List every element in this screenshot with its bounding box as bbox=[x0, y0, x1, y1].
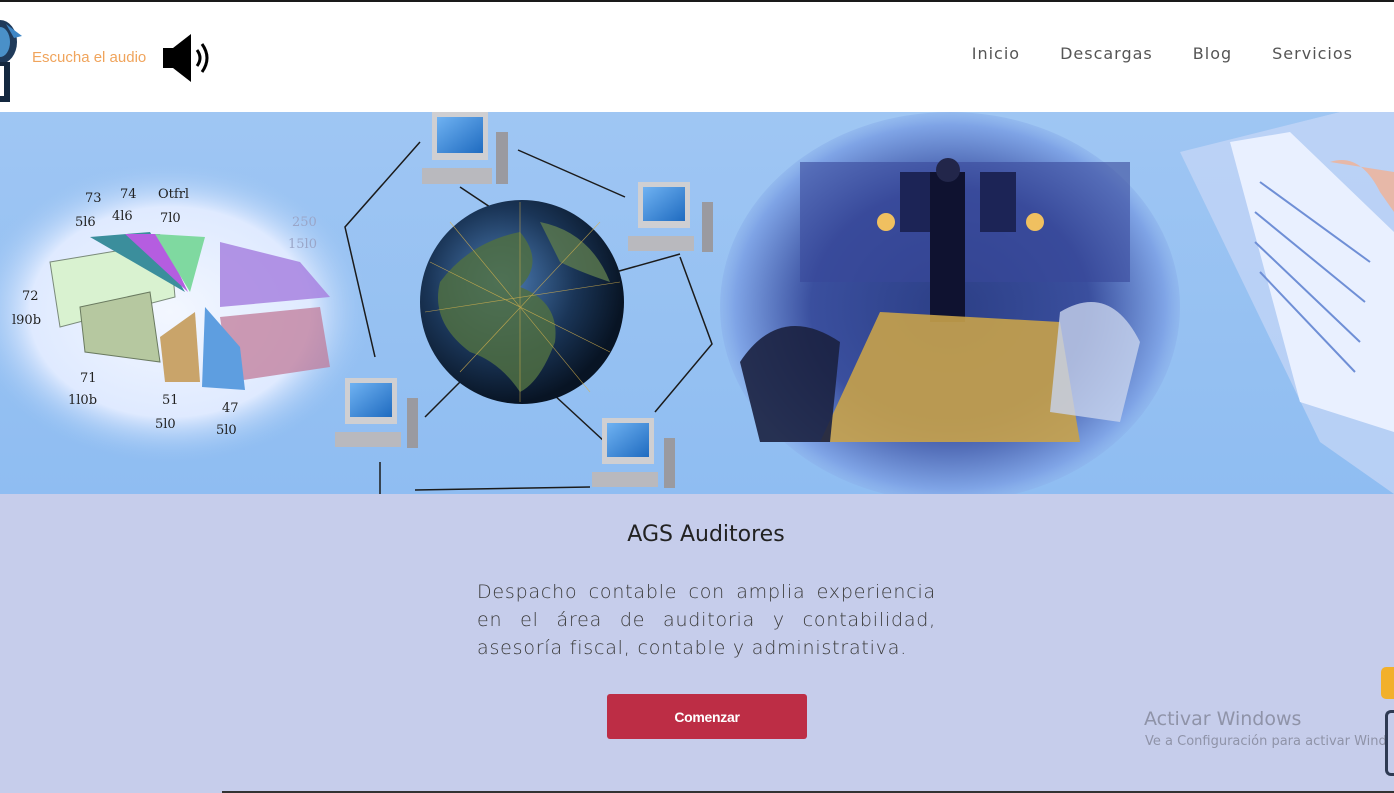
chart-label: 73 bbox=[85, 191, 102, 206]
windows-activation-title: Activar Windows bbox=[1144, 708, 1302, 730]
audio-label[interactable]: Escucha el audio bbox=[32, 49, 146, 66]
chart-label: Otfrl bbox=[158, 187, 189, 202]
computer-icon bbox=[592, 418, 675, 488]
globe-graphic bbox=[420, 200, 624, 404]
chart-label: l90b bbox=[12, 313, 41, 328]
chart-label: 51 bbox=[162, 393, 179, 408]
chart-label: 72 bbox=[22, 289, 39, 304]
site-header: Escucha el audio Inicio Descargas Blog S… bbox=[0, 2, 1394, 112]
nav-descargas[interactable]: Descargas bbox=[1060, 44, 1153, 63]
side-widget-button[interactable] bbox=[1385, 710, 1394, 776]
side-tab-button[interactable] bbox=[1381, 667, 1394, 699]
tablet-device-graphic bbox=[1180, 112, 1394, 494]
chart-label: 5l0 bbox=[216, 423, 237, 438]
nav-servicios[interactable]: Servicios bbox=[1272, 44, 1353, 63]
intro-section: AGS Auditores Despacho contable con ampl… bbox=[0, 494, 1394, 793]
chart-label: 4l6 bbox=[112, 209, 133, 224]
chart-label: 5l0 bbox=[155, 417, 176, 432]
chart-label: 74 bbox=[120, 187, 137, 202]
page-title: AGS Auditores bbox=[627, 522, 785, 547]
start-button[interactable]: Comenzar bbox=[607, 694, 807, 739]
hero-illustration: 73 74 Otfrl 5l6 4l6 7l0 72 l90b 71 1l0b … bbox=[0, 112, 1394, 494]
chart-label: 15l0 bbox=[288, 237, 317, 252]
chart-label: 47 bbox=[222, 401, 239, 416]
hero-banner: 73 74 Otfrl 5l6 4l6 7l0 72 l90b 71 1l0b … bbox=[0, 112, 1394, 494]
nav-inicio[interactable]: Inicio bbox=[972, 44, 1020, 63]
chart-label: 250 bbox=[292, 215, 317, 230]
windows-activation-subtitle: Ve a Configuración para activar Windows. bbox=[1145, 734, 1394, 749]
logo-icon[interactable] bbox=[0, 16, 24, 102]
main-nav: Inicio Descargas Blog Servicios bbox=[932, 44, 1353, 63]
speaker-icon[interactable] bbox=[161, 32, 215, 84]
computer-icon bbox=[628, 182, 713, 252]
company-description: Despacho contable con amplia experiencia… bbox=[477, 581, 936, 659]
office-meeting-photo bbox=[720, 112, 1180, 494]
chart-label: 71 bbox=[80, 371, 97, 386]
computer-icon bbox=[422, 112, 508, 184]
chart-label: 1l0b bbox=[68, 393, 97, 408]
nav-blog[interactable]: Blog bbox=[1193, 44, 1232, 63]
chart-label: 7l0 bbox=[160, 211, 181, 226]
chart-label: 5l6 bbox=[75, 215, 96, 230]
computer-icon bbox=[335, 378, 418, 448]
